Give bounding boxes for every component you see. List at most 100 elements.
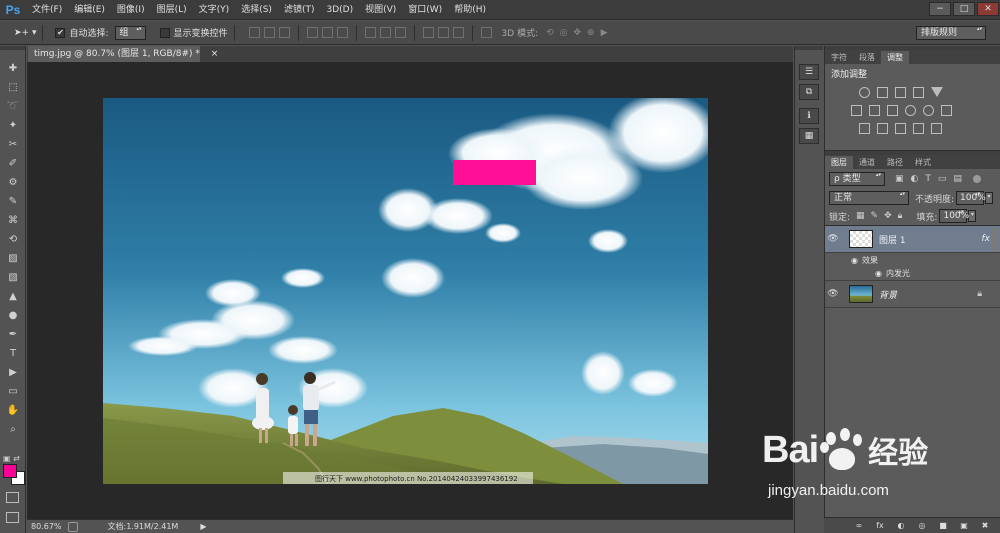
align-bottom-icon[interactable]: [278, 27, 290, 38]
zoom-level[interactable]: 80.67%: [31, 522, 62, 531]
delete-layer-icon[interactable]: ✖: [979, 521, 991, 531]
marquee-tool-icon[interactable]: ⬚: [0, 78, 26, 97]
add-mask-icon[interactable]: ◐: [895, 521, 907, 531]
menu-item-0[interactable]: 文件(F): [26, 0, 68, 20]
document-canvas-image[interactable]: 图行天下 www.photophoto.cn No.20140424033997…: [103, 98, 708, 484]
new-group-icon[interactable]: ■: [937, 521, 949, 531]
effects-row[interactable]: ◉ 效果: [825, 253, 1000, 267]
workspace-dropdown[interactable]: 排版规则: [916, 25, 986, 40]
levels-icon[interactable]: [877, 86, 888, 98]
fill-input[interactable]: 100%: [939, 209, 969, 223]
inner-glow-row[interactable]: ◉ 内发光: [825, 267, 1000, 281]
document-tab[interactable]: timg.jpg @ 80.7% (图层 1, RGB/8#) * ×: [28, 46, 218, 62]
layer-filter-icons[interactable]: ▣◐T▭▤: [895, 174, 969, 184]
move-tool-icon[interactable]: ✚: [0, 59, 26, 78]
menu-item-3[interactable]: 图层(L): [151, 0, 193, 20]
layer-name[interactable]: 背景: [879, 288, 897, 301]
vibrance-icon[interactable]: [931, 87, 943, 97]
path-select-tool-icon[interactable]: ▶: [0, 363, 26, 382]
color-balance-icon[interactable]: [869, 104, 880, 116]
visibility-eye-icon[interactable]: 👁︎: [825, 234, 841, 244]
distribute-top-icon[interactable]: [364, 27, 376, 38]
quick-select-tool-icon[interactable]: ✦: [0, 116, 26, 135]
menu-item-7[interactable]: 3D(D): [320, 0, 359, 20]
distribute-hcenter-icon[interactable]: [437, 27, 449, 38]
default-colors-icon[interactable]: ▣ ⇄: [3, 454, 20, 463]
layers-panel-tab-0[interactable]: 图层: [825, 156, 853, 169]
layer-row-background[interactable]: 👁︎ 背景 🔒︎: [825, 281, 1000, 308]
quick-mask-icon[interactable]: [6, 492, 19, 503]
threshold-icon[interactable]: [895, 122, 906, 134]
zoom-tool-icon[interactable]: ⌕: [0, 420, 26, 439]
auto-select-checkbox[interactable]: ✔ 自动选择:: [55, 25, 109, 41]
menu-item-2[interactable]: 图像(I): [111, 0, 151, 20]
layers-panel-tab-3[interactable]: 样式: [909, 156, 937, 169]
menu-item-9[interactable]: 窗口(W): [402, 0, 448, 20]
layers-panel-tab-2[interactable]: 路径: [881, 156, 909, 169]
pen-tool-icon[interactable]: ✒: [0, 325, 26, 344]
healing-tool-icon[interactable]: ⚙: [0, 173, 26, 192]
move-tool-preset[interactable]: ➤+ ▾: [14, 25, 36, 41]
foreground-color-swatch[interactable]: [3, 464, 17, 478]
eyedropper-tool-icon[interactable]: ✐: [0, 154, 26, 173]
properties-icon[interactable]: ⧉: [799, 84, 819, 100]
gradient-tool-icon[interactable]: ▧: [0, 268, 26, 287]
hue-saturation-icon[interactable]: [851, 104, 862, 116]
distribute-right-icon[interactable]: [452, 27, 464, 38]
close-button[interactable]: ✕: [977, 2, 999, 16]
layer-filter-dropdown[interactable]: ρ 类型: [829, 172, 885, 186]
menu-item-8[interactable]: 视图(V): [359, 0, 402, 20]
auto-select-dropdown[interactable]: 组: [114, 25, 146, 40]
layer-row-layer-1[interactable]: 👁︎ 图层 1 fx: [825, 226, 1000, 253]
opacity-input[interactable]: 100%: [956, 191, 986, 205]
effects-eye-icon[interactable]: ◉: [851, 256, 858, 265]
menu-item-1[interactable]: 编辑(E): [68, 0, 111, 20]
lock-icons[interactable]: ▦✎✥🔒︎: [856, 211, 908, 221]
panel-tab-1[interactable]: 段落: [853, 51, 881, 64]
lasso-tool-icon[interactable]: ➰: [0, 97, 26, 116]
invert-icon[interactable]: [859, 122, 870, 134]
hand-tool-icon[interactable]: ✋: [0, 401, 26, 420]
dodge-tool-icon[interactable]: ●: [0, 306, 26, 325]
brightness-icon[interactable]: [859, 86, 870, 98]
stamp-tool-icon[interactable]: ⌘: [0, 211, 26, 230]
gradient-map-icon[interactable]: [913, 122, 924, 134]
channel-mixer-icon[interactable]: [923, 104, 934, 116]
align-vcenter-icon[interactable]: [263, 27, 275, 38]
exposure-icon[interactable]: [913, 86, 924, 98]
layer-name[interactable]: 图层 1: [879, 233, 906, 246]
visibility-eye-icon[interactable]: 👁︎: [825, 289, 841, 299]
panel-tab-0[interactable]: 字符: [825, 51, 853, 64]
eraser-tool-icon[interactable]: ▨: [0, 249, 26, 268]
curves-icon[interactable]: [895, 86, 906, 98]
layers-scrollbar[interactable]: [992, 228, 998, 251]
layers-panel-tab-1[interactable]: 通道: [853, 156, 881, 169]
opacity-slider-arrow-icon[interactable]: ▾: [985, 192, 994, 204]
fill-slider-arrow-icon[interactable]: ▾: [968, 210, 977, 222]
align-top-icon[interactable]: [248, 27, 260, 38]
align-hcenter-icon[interactable]: [321, 27, 333, 38]
new-layer-icon[interactable]: ▣: [958, 521, 970, 531]
screen-mode-icon[interactable]: [6, 512, 19, 523]
shape-tool-icon[interactable]: ▭: [0, 382, 26, 401]
distribute-bottom-icon[interactable]: [394, 27, 406, 38]
inner-glow-eye-icon[interactable]: ◉: [875, 269, 882, 278]
posterize-icon[interactable]: [877, 122, 888, 134]
menu-item-10[interactable]: 帮助(H): [448, 0, 492, 20]
distribute-left-icon[interactable]: [422, 27, 434, 38]
photo-filter-icon[interactable]: [905, 104, 916, 116]
info-icon[interactable]: ℹ: [799, 108, 819, 124]
swatches-icon[interactable]: ▦: [799, 128, 819, 144]
layer-fx-icon[interactable]: fx: [982, 234, 991, 244]
maximize-button[interactable]: □: [953, 2, 975, 16]
link-layers-icon[interactable]: ∞: [853, 521, 865, 531]
blend-mode-dropdown[interactable]: 正常: [829, 191, 909, 205]
history-brush-tool-icon[interactable]: ⟲: [0, 230, 26, 249]
menu-item-4[interactable]: 文字(Y): [193, 0, 236, 20]
blur-tool-icon[interactable]: ▲: [0, 287, 26, 306]
distribute-vcenter-icon[interactable]: [379, 27, 391, 38]
menu-item-5[interactable]: 选择(S): [235, 0, 278, 20]
minimize-button[interactable]: −: [929, 2, 951, 16]
color-lookup-icon[interactable]: [941, 104, 952, 116]
auto-align-icon[interactable]: [480, 27, 492, 38]
